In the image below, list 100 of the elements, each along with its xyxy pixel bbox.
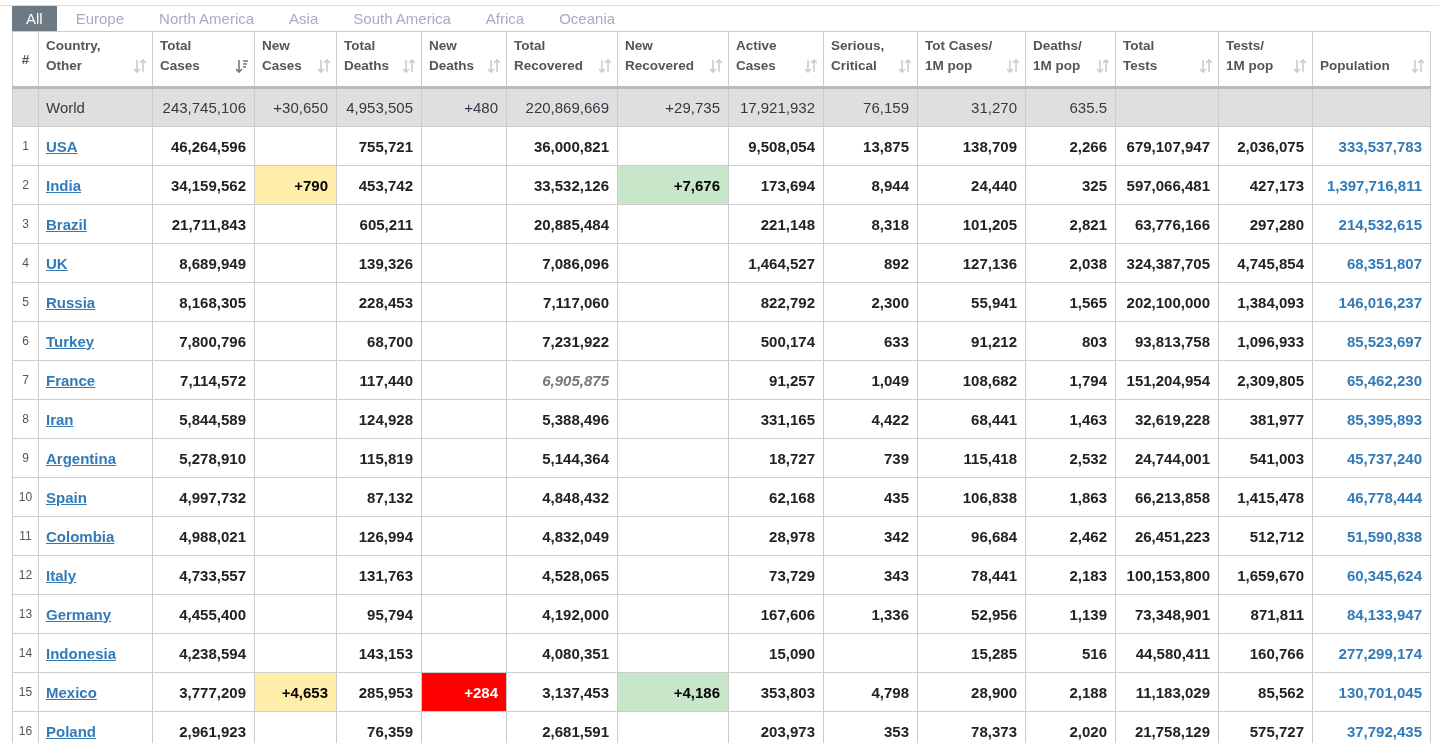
table-cell: 4,832,049 — [506, 516, 618, 556]
table-cell: 106,838 — [917, 477, 1026, 517]
rank-number: 9 — [12, 438, 39, 478]
table-cell: 2,183 — [1025, 555, 1116, 595]
table-cell: 34,159,562 — [152, 165, 255, 205]
rank-number: 6 — [12, 321, 39, 361]
table-cell: 892 — [823, 243, 918, 283]
table-cell: 4,528,065 — [506, 555, 618, 595]
table-cell: +7,676 — [617, 165, 729, 205]
table-cell: 342 — [823, 516, 918, 556]
table-cell: +790 — [254, 165, 337, 205]
table-cell: 87,132 — [336, 477, 422, 517]
table-cell: 1,049 — [823, 360, 918, 400]
country-link[interactable]: Italy — [46, 566, 76, 584]
table-cell: 6,905,875 — [506, 360, 618, 400]
region-tab[interactable]: South America — [337, 6, 467, 31]
rank-number: 15 — [12, 672, 39, 712]
region-tab[interactable]: Asia — [273, 6, 335, 31]
table-cell: 143,153 — [336, 633, 422, 673]
table-cell: 1,384,093 — [1218, 282, 1313, 322]
country-link[interactable]: USA — [46, 137, 78, 155]
table-cell: 100,153,800 — [1115, 555, 1219, 595]
table-cell: 343 — [823, 555, 918, 595]
table-cell: 4,238,594 — [152, 633, 255, 673]
country-link[interactable]: Russia — [46, 293, 96, 311]
table-cell: 1,415,478 — [1218, 477, 1313, 517]
table-cell: 1,863 — [1025, 477, 1116, 517]
table-cell: 15,285 — [917, 633, 1026, 673]
table-cell: 1,565 — [1025, 282, 1116, 322]
country-link[interactable]: France — [46, 371, 96, 389]
rank-number: 13 — [12, 594, 39, 634]
table-cell: 2,300 — [823, 282, 918, 322]
table-cell: 93,813,758 — [1115, 321, 1219, 361]
region-tab[interactable]: Africa — [469, 6, 541, 31]
table-cell: 13,875 — [823, 126, 918, 166]
table-cell: 18,727 — [728, 438, 824, 478]
population-cell: 60,345,624 — [1312, 555, 1431, 595]
population-cell: 46,778,444 — [1312, 477, 1431, 517]
rank-number: 10 — [12, 477, 39, 517]
table-cell: 21,711,843 — [152, 204, 255, 244]
population-cell: 45,737,240 — [1312, 438, 1431, 478]
table-cell: 453,742 — [336, 165, 422, 205]
table-cell: 2,266 — [1025, 126, 1116, 166]
table-cell: 24,440 — [917, 165, 1026, 205]
table-cell: 221,148 — [728, 204, 824, 244]
table-cell: 78,441 — [917, 555, 1026, 595]
table-cell: 28,978 — [728, 516, 824, 556]
table-cell: 91,212 — [917, 321, 1026, 361]
rank-number: 14 — [12, 633, 39, 673]
population-cell: 84,133,947 — [1312, 594, 1431, 634]
country-link[interactable]: Spain — [46, 488, 87, 506]
table-cell: 1,464,527 — [728, 243, 824, 283]
table-cell: 202,100,000 — [1115, 282, 1219, 322]
table-cell: 324,387,705 — [1115, 243, 1219, 283]
table-cell: 91,257 — [728, 360, 824, 400]
table-cell: 62,168 — [728, 477, 824, 517]
table-cell: 124,928 — [336, 399, 422, 439]
country-link[interactable]: Brazil — [46, 215, 87, 233]
table-cell: 160,766 — [1218, 633, 1313, 673]
population-cell: 65,462,230 — [1312, 360, 1431, 400]
table-cell: 220,869,669 — [506, 87, 618, 127]
table-cell: 85,562 — [1218, 672, 1313, 712]
table-cell: 597,066,481 — [1115, 165, 1219, 205]
region-tab[interactable]: Europe — [59, 6, 141, 31]
table-cell: 96,684 — [917, 516, 1026, 556]
table-cell: 8,944 — [823, 165, 918, 205]
region-tab[interactable]: Oceania — [543, 6, 632, 31]
country-link[interactable]: India — [46, 176, 81, 194]
table-cell: 325 — [1025, 165, 1116, 205]
table-cell: 20,885,484 — [506, 204, 618, 244]
rank-number: 2 — [12, 165, 39, 205]
table-cell: 108,682 — [917, 360, 1026, 400]
table-cell: World — [38, 87, 153, 127]
table-cell: 63,776,166 — [1115, 204, 1219, 244]
table-cell: +30,650 — [254, 87, 337, 127]
table-cell: 755,721 — [336, 126, 422, 166]
table-cell: 243,745,106 — [152, 87, 255, 127]
table-cell: 117,440 — [336, 360, 422, 400]
table-cell: 1,336 — [823, 594, 918, 634]
country-link[interactable]: Iran — [46, 410, 74, 428]
table-cell: 32,619,228 — [1115, 399, 1219, 439]
table-cell: 4,953,505 — [336, 87, 422, 127]
table-cell: 1,096,933 — [1218, 321, 1313, 361]
table-cell: 55,941 — [917, 282, 1026, 322]
table-cell: 822,792 — [728, 282, 824, 322]
country-link[interactable]: UK — [46, 254, 68, 272]
country-link[interactable]: Mexico — [46, 683, 97, 701]
table-cell: 68,441 — [917, 399, 1026, 439]
table-cell: 4,080,351 — [506, 633, 618, 673]
table-cell: 633 — [823, 321, 918, 361]
table-cell: 871,811 — [1218, 594, 1313, 634]
table-cell: 4,848,432 — [506, 477, 618, 517]
region-tab[interactable]: North America — [143, 6, 271, 31]
population-cell: 1,397,716,811 — [1312, 165, 1431, 205]
region-tab[interactable]: All — [12, 6, 57, 31]
table-cell: 151,204,954 — [1115, 360, 1219, 400]
sort-icon[interactable] — [236, 59, 248, 73]
table-cell: 381,977 — [1218, 399, 1313, 439]
country-link[interactable]: Turkey — [46, 332, 95, 350]
table-cell: 4,192,000 — [506, 594, 618, 634]
